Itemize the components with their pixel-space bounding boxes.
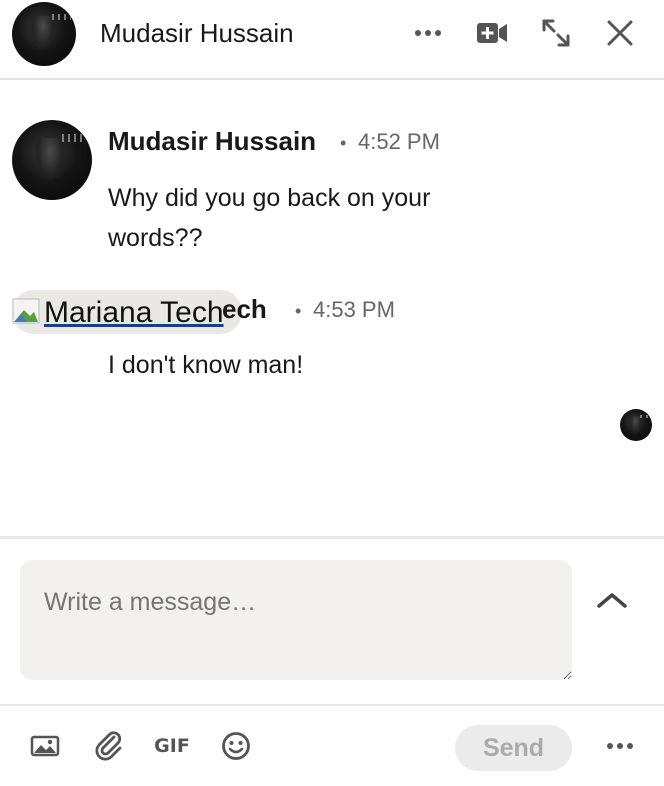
more-horizontal-icon bbox=[415, 30, 441, 36]
divider bbox=[0, 536, 664, 539]
expand-icon bbox=[542, 19, 570, 47]
gif-icon: GIF bbox=[154, 735, 190, 757]
attach-image-button[interactable] bbox=[28, 728, 62, 764]
message-input[interactable] bbox=[20, 560, 572, 680]
emoji-icon bbox=[222, 732, 250, 760]
message-separator: • bbox=[340, 133, 347, 153]
send-button[interactable]: Send bbox=[455, 725, 572, 771]
message-sender-name[interactable]: Mudasir Hussain bbox=[108, 125, 316, 157]
message-time: 4:52 PM bbox=[358, 129, 440, 154]
image-icon bbox=[30, 735, 60, 757]
close-button[interactable] bbox=[600, 13, 640, 53]
read-receipt-avatar bbox=[620, 409, 652, 441]
divider bbox=[0, 704, 664, 706]
clipped-previous-message: · · · · · · · · · · bbox=[200, 78, 340, 88]
message-text: Why did you go back on your bbox=[108, 184, 431, 212]
message-text: I don't know man! bbox=[108, 351, 304, 379]
header-contact-name[interactable]: Mudasir Hussain bbox=[100, 14, 294, 52]
broken-image-icon bbox=[12, 298, 40, 324]
paperclip-icon bbox=[95, 731, 122, 761]
attach-file-button[interactable] bbox=[92, 728, 126, 764]
expand-window-button[interactable] bbox=[536, 13, 576, 53]
header-avatar[interactable] bbox=[12, 2, 76, 66]
gif-button[interactable]: GIF bbox=[154, 728, 190, 764]
message-sender-name[interactable]: ech bbox=[222, 293, 267, 325]
more-options-button[interactable] bbox=[408, 13, 448, 53]
message-separator: • bbox=[295, 301, 302, 321]
video-call-button[interactable] bbox=[472, 13, 512, 53]
message-avatar[interactable] bbox=[12, 120, 92, 200]
more-horizontal-icon bbox=[607, 743, 633, 749]
more-options-button[interactable] bbox=[604, 728, 636, 764]
sender-logo-alt-text[interactable]: Mariana Tech bbox=[44, 295, 224, 331]
message-text: words?? bbox=[108, 224, 203, 252]
message-time: 4:53 PM bbox=[313, 297, 395, 322]
emoji-button[interactable] bbox=[220, 728, 252, 764]
conversation-header: Mudasir Hussain bbox=[0, 0, 664, 80]
close-icon bbox=[607, 20, 633, 46]
video-call-icon bbox=[477, 23, 507, 43]
chevron-up-icon bbox=[597, 593, 627, 608]
expand-compose-button[interactable] bbox=[592, 582, 632, 618]
